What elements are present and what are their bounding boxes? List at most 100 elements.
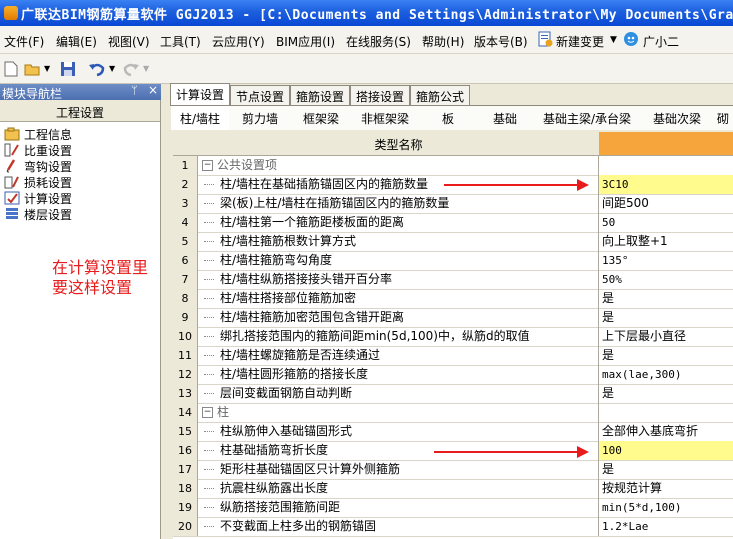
row-value[interactable]: 向上取整+1 bbox=[599, 232, 733, 251]
menu-tools[interactable]: 工具(T) bbox=[160, 33, 201, 50]
menu-online-service[interactable]: 在线服务(S) bbox=[346, 33, 411, 50]
subtab-column[interactable]: 柱/墙柱 bbox=[171, 106, 230, 130]
row-name: 柱/墙柱在基础插筋锚固区内的箍筋数量 bbox=[220, 177, 429, 191]
table-row[interactable]: 17 矩形柱基础锚固区只计算外侧箍筋 是 bbox=[173, 460, 733, 480]
menu-bim[interactable]: BIM应用(I) bbox=[276, 33, 335, 50]
table-row[interactable]: 8 柱/墙柱搭接部位箍筋加密 是 bbox=[173, 289, 733, 309]
row-value[interactable]: 是 bbox=[599, 460, 733, 479]
table-row[interactable]: 6 柱/墙柱箍筋弯勾角度 135° bbox=[173, 251, 733, 271]
row-value[interactable]: 是 bbox=[599, 384, 733, 403]
row-number: 15 bbox=[173, 422, 198, 441]
row-name-cell: 梁(板)上柱/墙柱在插筋锚固区内的箍筋数量 bbox=[198, 194, 599, 213]
save-icon[interactable] bbox=[59, 60, 77, 78]
table-row[interactable]: 15 柱纵筋伸入基础锚固形式 全部伸入基底弯折 bbox=[173, 422, 733, 442]
table-row[interactable]: 5 柱/墙柱箍筋根数计算方式 向上取整+1 bbox=[173, 232, 733, 252]
row-number: 19 bbox=[173, 498, 198, 517]
open-folder-icon[interactable] bbox=[24, 60, 42, 78]
subtab-frame-beam[interactable]: 框架梁 bbox=[291, 106, 352, 130]
row-number: 16 bbox=[173, 441, 198, 460]
row-name-cell: 柱纵筋伸入基础锚固形式 bbox=[198, 422, 599, 441]
menu-assistant[interactable]: 广小二 bbox=[643, 33, 679, 50]
table-row[interactable]: 20 不变截面上柱多出的钢筋锚固 1.2*Lae bbox=[173, 517, 733, 537]
tab-stirrup-formula[interactable]: 箍筋公式 bbox=[410, 85, 470, 105]
collapse-icon[interactable]: − bbox=[202, 160, 213, 171]
row-value[interactable]: 是 bbox=[599, 346, 733, 365]
row-name-cell: 矩形柱基础锚固区只计算外侧箍筋 bbox=[198, 460, 599, 479]
row-value[interactable]: 全部伸入基底弯折 bbox=[599, 422, 733, 441]
collapse-icon[interactable]: − bbox=[202, 407, 213, 418]
table-row[interactable]: 3 梁(板)上柱/墙柱在插筋锚固区内的箍筋数量 间距500 bbox=[173, 194, 733, 214]
tree-line bbox=[204, 526, 214, 527]
assistant-icon bbox=[624, 32, 638, 46]
row-value[interactable]: 3C10 bbox=[599, 175, 733, 194]
row-value[interactable]: 按规范计算 bbox=[599, 479, 733, 498]
undo-icon[interactable] bbox=[88, 60, 106, 78]
nav-item-label: 楼层设置 bbox=[24, 208, 73, 222]
row-name: 柱/墙柱箍筋加密范围包含错开距离 bbox=[220, 310, 405, 324]
menu-version[interactable]: 版本号(B) bbox=[474, 33, 528, 50]
row-name-cell: 柱/墙柱箍筋加密范围包含错开距离 bbox=[198, 308, 599, 327]
table-row[interactable]: 19 纵筋搭接范围箍筋间距 min(5*d,100) bbox=[173, 498, 733, 518]
tab-node-settings[interactable]: 节点设置 bbox=[230, 85, 290, 105]
table-row[interactable]: 7 柱/墙柱纵筋搭接接头错开百分率 50% bbox=[173, 270, 733, 290]
row-number: 13 bbox=[173, 384, 198, 403]
menu-help[interactable]: 帮助(H) bbox=[422, 33, 464, 50]
table-row[interactable]: 9 柱/墙柱箍筋加密范围包含错开距离 是 bbox=[173, 308, 733, 328]
row-value[interactable]: max(lae,300) bbox=[599, 365, 733, 384]
chevron-down-icon[interactable]: ▼ bbox=[610, 35, 617, 45]
tree-line bbox=[204, 469, 214, 470]
subtab-non-frame-beam[interactable]: 非框架梁 bbox=[351, 106, 420, 130]
table-row[interactable]: 10 绑扎搭接范围内的箍筋间距min(5d,100)中，纵筋d的取值 上下层最小直径 bbox=[173, 327, 733, 347]
redo-dropdown-icon[interactable]: ▼ bbox=[143, 64, 149, 73]
row-value[interactable]: 间距500 bbox=[599, 194, 733, 213]
menu-cloud[interactable]: 云应用(Y) bbox=[212, 33, 265, 50]
pin-icon[interactable]: ᛘ bbox=[131, 84, 138, 97]
table-row[interactable]: 18 抗震柱纵筋露出长度 按规范计算 bbox=[173, 479, 733, 499]
subtab-shear-wall[interactable]: 剪力墙 bbox=[229, 106, 292, 130]
menu-view[interactable]: 视图(V) bbox=[108, 33, 150, 50]
subtab-foundation[interactable]: 基础 bbox=[477, 106, 534, 130]
new-file-icon[interactable] bbox=[2, 60, 20, 78]
row-name-cell: 柱/墙柱搭接部位箍筋加密 bbox=[198, 289, 599, 308]
menu-file[interactable]: 文件(F) bbox=[4, 33, 44, 50]
nav-section[interactable]: 工程设置 bbox=[0, 100, 160, 122]
row-value[interactable]: 是 bbox=[599, 308, 733, 327]
menu-new-change[interactable]: 新建变更 bbox=[556, 33, 604, 50]
row-value[interactable] bbox=[599, 156, 733, 175]
row-number: 7 bbox=[173, 270, 198, 289]
row-name: 柱基础插筋弯折长度 bbox=[220, 443, 329, 457]
row-value[interactable]: 50% bbox=[599, 270, 733, 289]
row-value[interactable]: min(5*d,100) bbox=[599, 498, 733, 517]
tab-calc-settings[interactable]: 计算设置 bbox=[170, 83, 230, 106]
tab-stirrup-settings[interactable]: 箍筋设置 bbox=[290, 85, 350, 105]
redo-icon[interactable] bbox=[122, 60, 140, 78]
close-icon[interactable]: × bbox=[148, 83, 158, 97]
row-value[interactable]: 是 bbox=[599, 289, 733, 308]
table-row[interactable]: 12 柱/墙柱圆形箍筋的搭接长度 max(lae,300) bbox=[173, 365, 733, 385]
row-name-cell: 层间变截面钢筋自动判断 bbox=[198, 384, 599, 403]
loss-icon bbox=[4, 176, 19, 189]
group-row[interactable]: 1− 公共设置项 bbox=[173, 156, 733, 176]
open-dropdown-icon[interactable]: ▼ bbox=[44, 64, 50, 73]
menu-edit[interactable]: 编辑(E) bbox=[56, 33, 97, 50]
row-name: 层间变截面钢筋自动判断 bbox=[220, 386, 353, 400]
row-value[interactable]: 1.2*Lae bbox=[599, 517, 733, 536]
subtab-foundation-main-beam[interactable]: 基础主梁/承台梁 bbox=[533, 106, 642, 130]
row-value[interactable]: 50 bbox=[599, 213, 733, 232]
group-row[interactable]: 14− 柱 bbox=[173, 403, 733, 423]
row-value[interactable]: 100 bbox=[599, 441, 733, 460]
row-name-cell: 柱/墙柱圆形箍筋的搭接长度 bbox=[198, 365, 599, 384]
subtab-masonry[interactable]: 砌 bbox=[713, 106, 733, 130]
tab-lap-settings[interactable]: 搭接设置 bbox=[350, 85, 410, 105]
table-row[interactable]: 4 柱/墙柱第一个箍筋距楼板面的距离 50 bbox=[173, 213, 733, 233]
undo-dropdown-icon[interactable]: ▼ bbox=[109, 64, 115, 73]
subtab-foundation-secondary-beam[interactable]: 基础次梁 bbox=[641, 106, 714, 130]
table-row[interactable]: 13 层间变截面钢筋自动判断 是 bbox=[173, 384, 733, 404]
table-row[interactable]: 11 柱/墙柱螺旋箍筋是否连续通过 是 bbox=[173, 346, 733, 366]
tree-line bbox=[204, 507, 214, 508]
subtab-slab[interactable]: 板 bbox=[419, 106, 478, 130]
row-value[interactable] bbox=[599, 403, 733, 422]
arrow-indicator bbox=[444, 179, 589, 191]
row-value[interactable]: 135° bbox=[599, 251, 733, 270]
row-value[interactable]: 上下层最小直径 bbox=[599, 327, 733, 346]
